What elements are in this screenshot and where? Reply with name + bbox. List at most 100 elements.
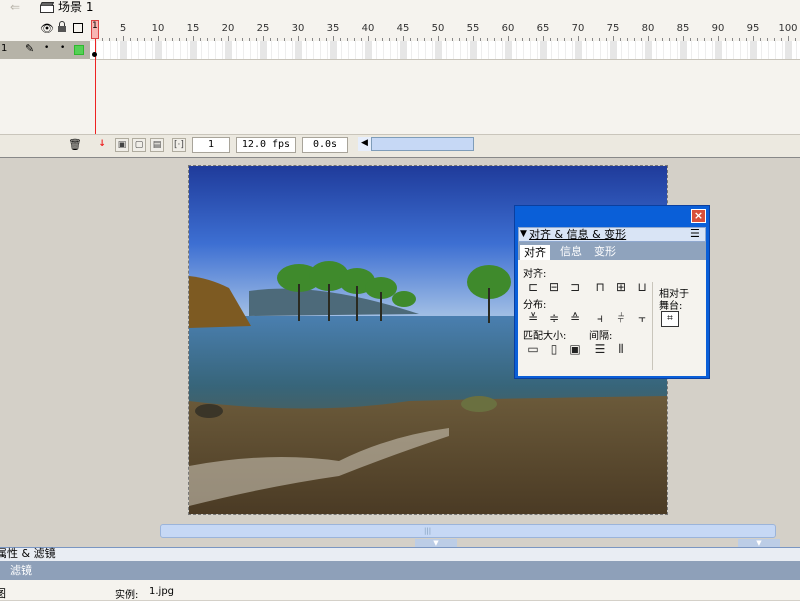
frame-cell[interactable] — [155, 41, 162, 59]
scroll-grip-icon[interactable]: ||| — [424, 528, 432, 535]
frame-cell[interactable] — [680, 41, 687, 59]
distribute-bottom-icon[interactable]: ≙ — [567, 311, 583, 325]
back-arrow-icon[interactable]: ⇐ — [2, 0, 28, 16]
instance-label: 实例: — [115, 590, 139, 601]
frame-rate-field[interactable]: 12.0 fps — [236, 137, 296, 153]
distribute-right-icon[interactable]: ⫟ — [634, 311, 650, 325]
distribute-horizontal-center-icon[interactable]: ⫩ — [613, 311, 629, 325]
ruler-label: 60 — [501, 23, 515, 34]
frame-cell[interactable] — [225, 41, 232, 59]
scene-bar — [0, 0, 800, 18]
ruler-label: 50 — [431, 23, 445, 34]
keyframe-dot[interactable] — [92, 52, 97, 57]
green-outline-square-icon[interactable] — [74, 45, 84, 55]
eye-icon[interactable]: 👁 — [40, 22, 54, 35]
ruler-label: 30 — [291, 23, 305, 34]
panel-collapse-arrow-icon[interactable]: ▼ — [415, 539, 457, 547]
distribute-left-icon[interactable]: ⫞ — [592, 311, 608, 325]
layer-frames[interactable] — [90, 41, 800, 60]
frame-cell[interactable] — [505, 41, 512, 59]
frame-ruler[interactable]: 1510152025303540455055606570758085909510… — [90, 17, 800, 42]
properties-left-glyph: 图 — [0, 587, 6, 600]
layer-name: 1 — [1, 43, 8, 54]
distribute-vertical-center-icon[interactable]: ≑ — [546, 311, 562, 325]
align-top-icon[interactable]: ⊓ — [592, 280, 608, 294]
ruler-label: 40 — [361, 23, 375, 34]
current-frame-field[interactable]: 1 — [192, 137, 230, 153]
onion-skin-icon[interactable]: ▣ — [115, 138, 129, 152]
space-vertically-icon[interactable]: ☰ — [592, 342, 608, 356]
frame-cell[interactable] — [295, 41, 302, 59]
ruler-label: 5 — [119, 23, 127, 34]
frame-cell[interactable] — [750, 41, 757, 59]
ruler-label: 65 — [536, 23, 550, 34]
playhead[interactable]: 1 — [91, 20, 99, 39]
visibility-dot-icon[interactable]: • — [44, 43, 49, 53]
panel-collapse-arrow-icon[interactable]: ▼ — [738, 539, 780, 547]
align-horizontal-center-icon[interactable]: ⊟ — [546, 280, 562, 294]
instance-value: 1.jpg — [149, 586, 175, 597]
modify-onion-markers-icon[interactable]: [·] — [172, 138, 186, 152]
pencil-icon: ✎ — [25, 42, 35, 55]
align-left-icon[interactable]: ⊏ — [525, 280, 541, 294]
align-to-stage-button[interactable]: ⌗ — [661, 311, 679, 327]
match-width-icon[interactable]: ▭ — [525, 342, 541, 356]
stage-hscrollbar[interactable] — [160, 524, 776, 538]
ruler-label: 20 — [221, 23, 235, 34]
frame-cell[interactable] — [645, 41, 652, 59]
align-vertical-center-icon[interactable]: ⊞ — [613, 280, 629, 294]
frame-cell[interactable] — [435, 41, 442, 59]
ruler-label: 10 — [151, 23, 165, 34]
edit-multiple-frames-icon[interactable]: ▤ — [150, 138, 164, 152]
ruler-label: 45 — [396, 23, 410, 34]
center-frame-icon[interactable]: ↓ — [95, 138, 109, 152]
panel-menu-icon[interactable]: ☰ — [690, 227, 700, 241]
frame-cell[interactable] — [610, 41, 617, 59]
distribute-section-label: 分布: — [523, 300, 547, 311]
tab-info[interactable]: 信息 — [556, 244, 586, 260]
frame-cell[interactable] — [470, 41, 477, 59]
frame-cell[interactable] — [400, 41, 407, 59]
properties-panel-header[interactable] — [0, 547, 800, 562]
frame-cell[interactable] — [715, 41, 722, 59]
frame-cell[interactable] — [330, 41, 337, 59]
frame-cell[interactable] — [540, 41, 547, 59]
scroll-left-icon[interactable]: ◀ — [358, 137, 372, 151]
ruler-label: 85 — [676, 23, 690, 34]
layer-row[interactable]: 1 ✎ • • — [0, 41, 91, 59]
timeline-hscrollbar[interactable] — [358, 137, 474, 151]
frame-cell[interactable] — [365, 41, 372, 59]
tab-filters[interactable]: 滤镜 — [0, 562, 44, 579]
frame-cell[interactable] — [575, 41, 582, 59]
frame-cell[interactable] — [785, 41, 792, 59]
match-width-and-height-icon[interactable]: ▣ — [567, 342, 583, 356]
close-icon[interactable]: × — [691, 209, 706, 223]
spacing-section-label: 间隔: — [589, 331, 613, 342]
stage-label: 舞台: — [659, 301, 683, 312]
frame-cell[interactable] — [260, 41, 267, 59]
trash-icon[interactable]: 🗑 — [68, 138, 82, 151]
frame-cell[interactable] — [120, 41, 127, 59]
playhead-number: 1 — [92, 21, 98, 31]
lock-icon[interactable] — [57, 21, 67, 36]
align-bottom-icon[interactable]: ⊔ — [634, 280, 650, 294]
frame-cell[interactable] — [190, 41, 197, 59]
tab-align[interactable]: 对齐 — [519, 244, 551, 260]
lock-dot-icon[interactable]: • — [60, 43, 65, 53]
timeline-empty-area — [0, 60, 800, 134]
space-horizontally-icon[interactable]: ⫴ — [613, 342, 629, 356]
collapse-triangle-icon[interactable]: ▼ — [520, 227, 527, 242]
tab-transform[interactable]: 变形 — [590, 244, 620, 260]
ruler-label: 100 — [778, 23, 798, 34]
match-height-icon[interactable]: ▯ — [546, 342, 562, 356]
align-section-label: 对齐: — [523, 269, 547, 280]
properties-tabs — [0, 561, 800, 580]
ruler-label: 70 — [571, 23, 585, 34]
ruler-label: 80 — [641, 23, 655, 34]
align-right-icon[interactable]: ⊐ — [567, 280, 583, 294]
ruler-label: 95 — [746, 23, 760, 34]
distribute-top-icon[interactable]: ≚ — [525, 311, 541, 325]
layer-column-header: 👁 — [0, 17, 91, 41]
onion-skin-outlines-icon[interactable]: ▢ — [132, 138, 146, 152]
scene-label[interactable]: 场景 1 — [58, 0, 93, 16]
